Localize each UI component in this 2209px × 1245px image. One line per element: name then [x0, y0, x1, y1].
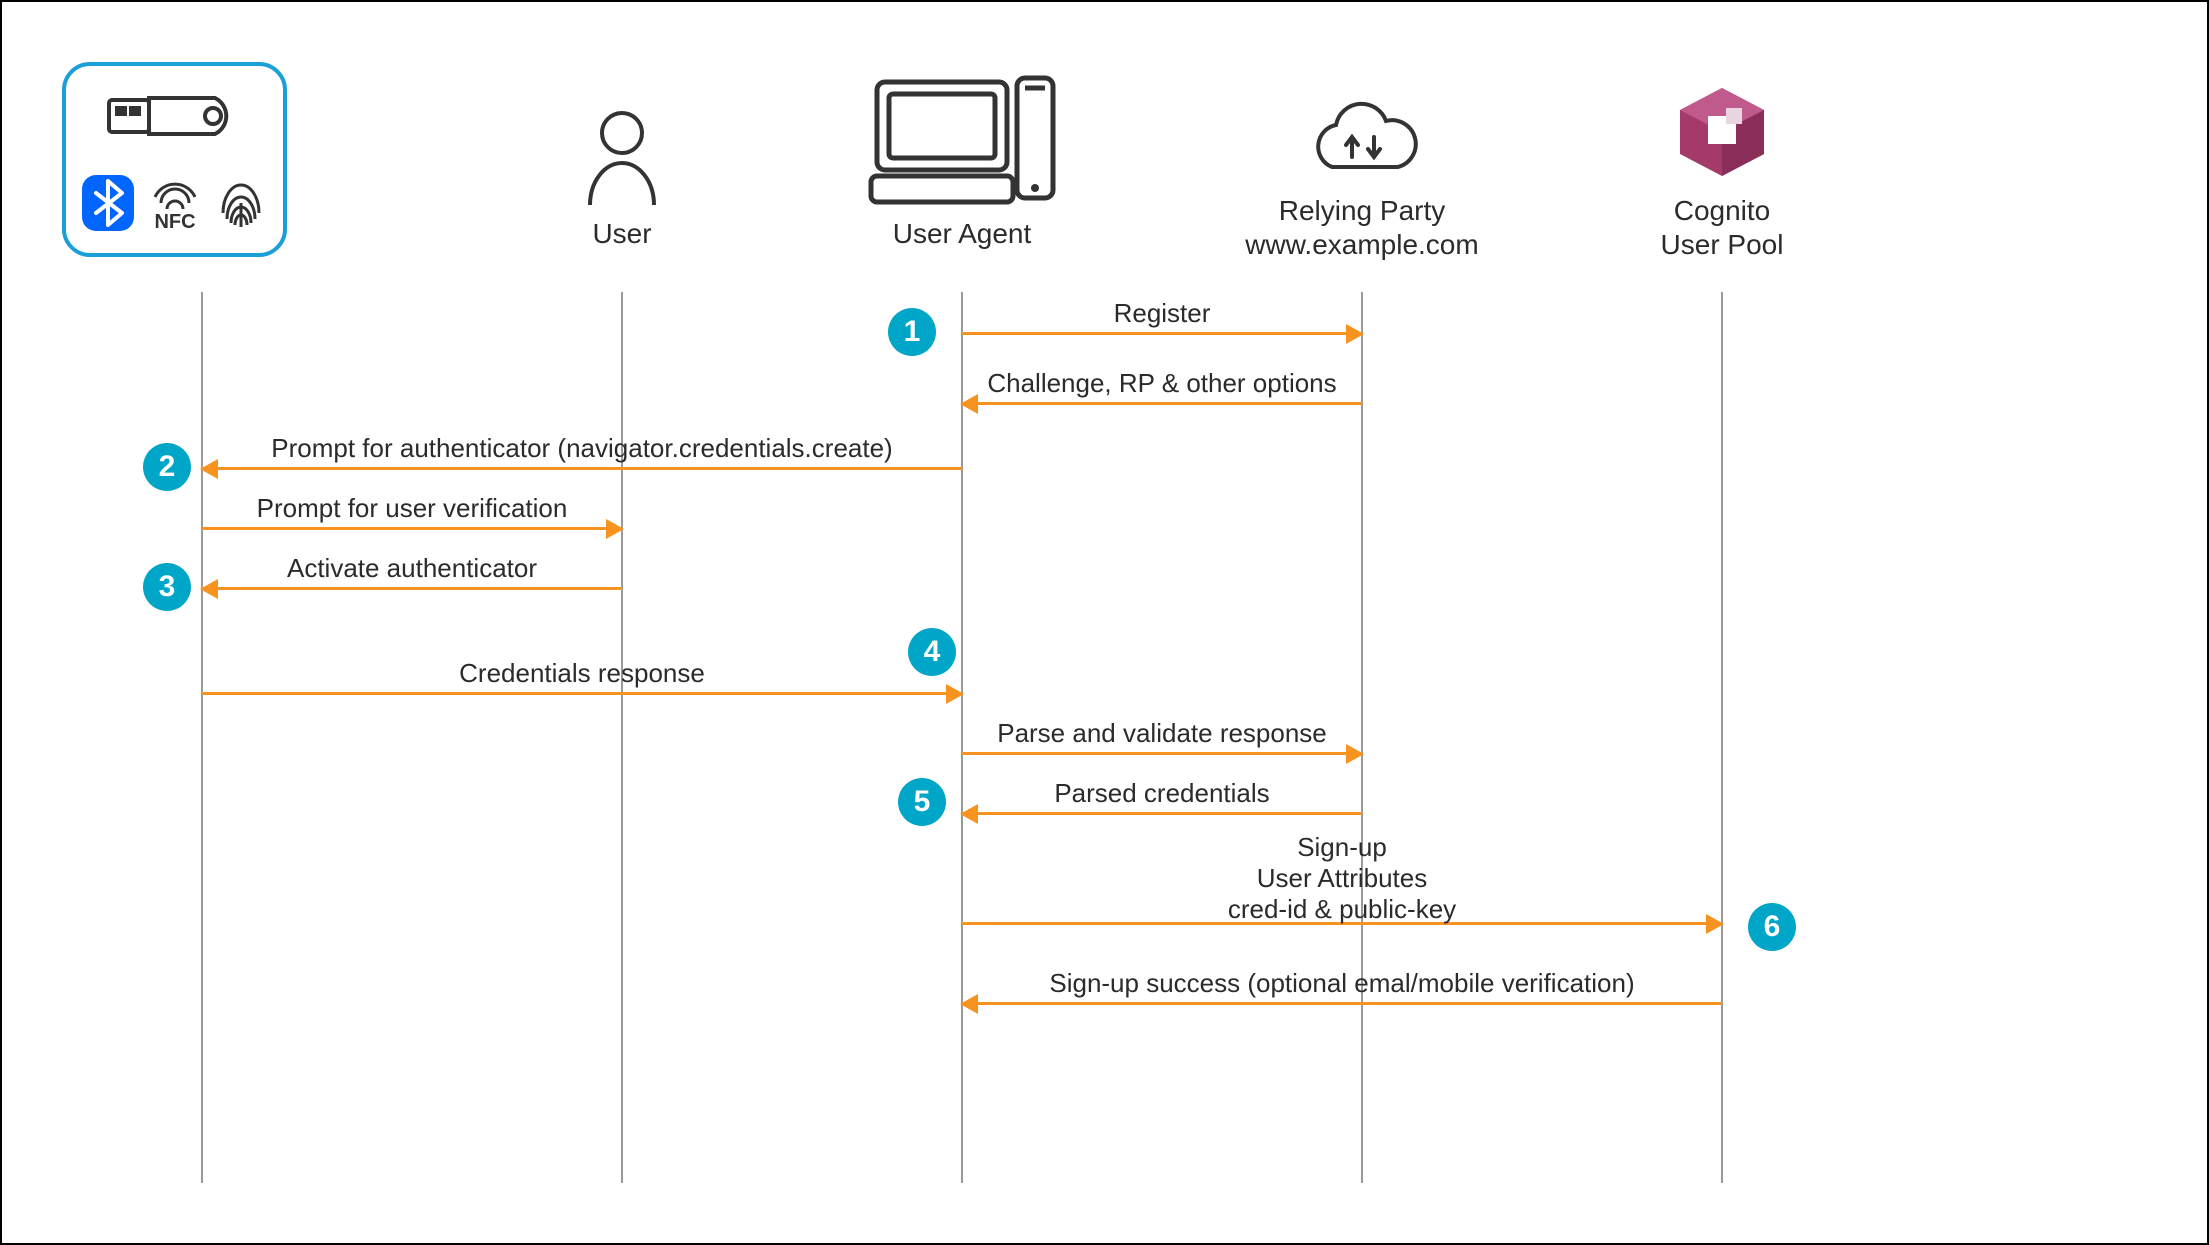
nfc-icon: NFC — [143, 173, 207, 233]
cognito-icon — [1672, 82, 1772, 187]
message-label: Parse and validate response — [997, 718, 1327, 749]
lifeline-agent — [961, 292, 963, 1183]
message-arrow — [202, 587, 622, 590]
message-arrow — [962, 1002, 1722, 1005]
step-badge-1: 1 — [888, 308, 936, 356]
step-badge-5: 5 — [898, 778, 946, 826]
message-label: Sign-up success (optional emal/mobile ve… — [1049, 968, 1634, 999]
message-arrow — [202, 467, 962, 470]
usb-key-icon — [105, 86, 245, 146]
message-label: Parsed credentials — [1054, 778, 1269, 809]
message-label: Sign-up User Attributes cred-id & public… — [1228, 832, 1456, 926]
message-arrow — [962, 332, 1362, 335]
bluetooth-icon — [80, 173, 136, 233]
lifeline-cognito — [1721, 292, 1723, 1183]
message-label: Challenge, RP & other options — [987, 368, 1336, 399]
message-label: Register — [1114, 298, 1211, 329]
lifeline-authenticator — [201, 292, 203, 1183]
message-arrow — [962, 752, 1362, 755]
actor-label-user: User — [592, 217, 651, 251]
lifeline-user — [621, 292, 623, 1183]
message-arrow — [962, 812, 1362, 815]
message-label: Activate authenticator — [287, 553, 537, 584]
message-arrow — [202, 692, 962, 695]
step-badge-6: 6 — [1748, 903, 1796, 951]
actor-label-agent: User Agent — [893, 217, 1032, 251]
message-arrow — [962, 402, 1362, 405]
step-badge-4: 4 — [908, 628, 956, 676]
message-label: Prompt for user verification — [257, 493, 568, 524]
message-arrow — [202, 527, 622, 530]
message-label: Credentials response — [459, 658, 705, 689]
lifeline-rp — [1361, 292, 1363, 1183]
step-badge-3: 3 — [143, 563, 191, 611]
user-icon — [582, 107, 662, 212]
cloud-icon — [1302, 97, 1422, 192]
sequence-diagram: NFC — [0, 0, 2209, 1245]
actor-label-rp: Relying Party www.example.com — [1245, 194, 1478, 261]
message-label: Prompt for authenticator (navigator.cred… — [271, 433, 892, 464]
step-badge-2: 2 — [143, 443, 191, 491]
authenticator-icon-group: NFC — [62, 62, 287, 257]
devices-icon — [867, 72, 1057, 217]
svg-text:NFC: NFC — [154, 211, 195, 233]
actor-label-cognito: Cognito User Pool — [1661, 194, 1784, 261]
fingerprint-icon — [213, 173, 269, 233]
